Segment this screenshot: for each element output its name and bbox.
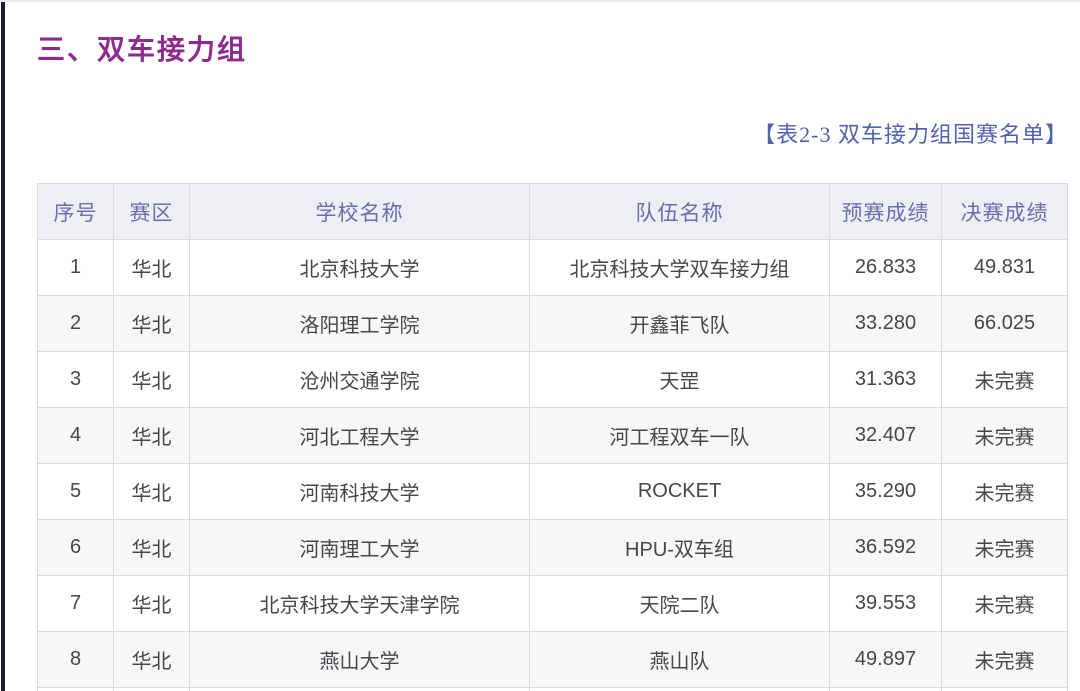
cell-region: 华北 <box>114 632 190 688</box>
cell-index: 7 <box>38 576 114 632</box>
table-row: 3华北沧州交通学院天罡31.363未完赛 <box>38 352 1068 408</box>
col-header-school: 学校名称 <box>190 184 530 240</box>
empty-cell <box>190 688 530 691</box>
cell-school: 河南科技大学 <box>190 464 530 520</box>
cell-prelim-score: 33.280 <box>830 296 942 352</box>
cell-region: 华北 <box>114 296 190 352</box>
cell-region: 华北 <box>114 240 190 296</box>
empty-cell <box>942 688 1068 691</box>
table-row: 4华北河北工程大学河工程双车一队32.407未完赛 <box>38 408 1068 464</box>
cell-final-score: 未完赛 <box>942 632 1068 688</box>
cell-final-score: 49.831 <box>942 240 1068 296</box>
cell-prelim-score: 36.592 <box>830 520 942 576</box>
cell-index: 2 <box>38 296 114 352</box>
col-header-final-score: 决赛成绩 <box>942 184 1068 240</box>
page-left-edge-line <box>1 2 5 691</box>
cell-final-score: 未完赛 <box>942 576 1068 632</box>
cell-index: 4 <box>38 408 114 464</box>
cell-index: 3 <box>38 352 114 408</box>
document-page: 三、双车接力组 【表2-3 双车接力组国赛名单】 序号 赛区 学校名称 队伍名称… <box>0 0 1080 691</box>
cell-team: ROCKET <box>530 464 830 520</box>
cell-prelim-score: 26.833 <box>830 240 942 296</box>
cell-final-score: 未完赛 <box>942 408 1068 464</box>
col-header-index: 序号 <box>38 184 114 240</box>
cell-team: 燕山队 <box>530 632 830 688</box>
section-title: 三、双车接力组 <box>37 28 247 68</box>
cell-team: 北京科技大学双车接力组 <box>530 240 830 296</box>
cell-team: 开鑫菲飞队 <box>530 296 830 352</box>
table-row-partial <box>38 688 1068 691</box>
cell-index: 6 <box>38 520 114 576</box>
table-row: 7华北北京科技大学天津学院天院二队39.553未完赛 <box>38 576 1068 632</box>
cell-school: 北京科技大学 <box>190 240 530 296</box>
cell-prelim-score: 31.363 <box>830 352 942 408</box>
cell-team: 天院二队 <box>530 576 830 632</box>
cell-region: 华北 <box>114 352 190 408</box>
cell-final-score: 未完赛 <box>942 520 1068 576</box>
cell-region: 华北 <box>114 520 190 576</box>
cell-team: HPU-双车组 <box>530 520 830 576</box>
table-caption: 【表2-3 双车接力组国赛名单】 <box>753 117 1068 149</box>
cell-index: 5 <box>38 464 114 520</box>
cell-final-score: 66.025 <box>942 296 1068 352</box>
cell-prelim-score: 49.897 <box>830 632 942 688</box>
cell-region: 华北 <box>114 408 190 464</box>
cell-school: 洛阳理工学院 <box>190 296 530 352</box>
cell-region: 华北 <box>114 464 190 520</box>
empty-cell <box>38 688 114 691</box>
cell-school: 沧州交通学院 <box>190 352 530 408</box>
empty-cell <box>114 688 190 691</box>
table-header-row: 序号 赛区 学校名称 队伍名称 预赛成绩 决赛成绩 <box>38 184 1068 240</box>
cell-prelim-score: 39.553 <box>830 576 942 632</box>
cell-team: 天罡 <box>530 352 830 408</box>
table-row: 2华北洛阳理工学院开鑫菲飞队33.28066.025 <box>38 296 1068 352</box>
cell-school: 燕山大学 <box>190 632 530 688</box>
col-header-region: 赛区 <box>114 184 190 240</box>
empty-cell <box>530 688 830 691</box>
cell-region: 华北 <box>114 576 190 632</box>
table-row: 8华北燕山大学燕山队49.897未完赛 <box>38 632 1068 688</box>
cell-school: 北京科技大学天津学院 <box>190 576 530 632</box>
table-row: 6华北河南理工大学HPU-双车组36.592未完赛 <box>38 520 1068 576</box>
cell-prelim-score: 32.407 <box>830 408 942 464</box>
cell-final-score: 未完赛 <box>942 352 1068 408</box>
empty-cell <box>830 688 942 691</box>
table-row: 5华北河南科技大学ROCKET35.290未完赛 <box>38 464 1068 520</box>
table-body: 1华北北京科技大学北京科技大学双车接力组26.83349.8312华北洛阳理工学… <box>38 240 1068 691</box>
cell-school: 河北工程大学 <box>190 408 530 464</box>
cell-index: 8 <box>38 632 114 688</box>
cell-prelim-score: 35.290 <box>830 464 942 520</box>
cell-index: 1 <box>38 240 114 296</box>
cell-final-score: 未完赛 <box>942 464 1068 520</box>
cell-school: 河南理工大学 <box>190 520 530 576</box>
col-header-prelim-score: 预赛成绩 <box>830 184 942 240</box>
table-row: 1华北北京科技大学北京科技大学双车接力组26.83349.831 <box>38 240 1068 296</box>
col-header-team: 队伍名称 <box>530 184 830 240</box>
cell-team: 河工程双车一队 <box>530 408 830 464</box>
relay-results-table: 序号 赛区 学校名称 队伍名称 预赛成绩 决赛成绩 1华北北京科技大学北京科技大… <box>37 183 1068 691</box>
